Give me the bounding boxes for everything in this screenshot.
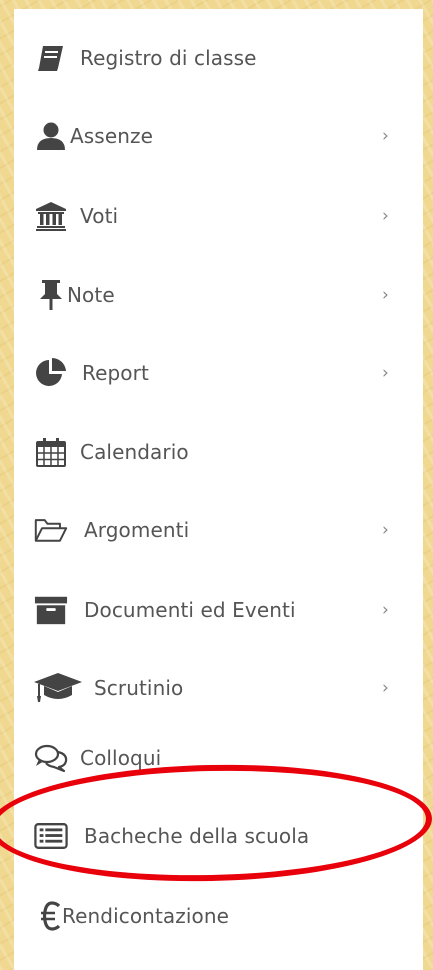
chevron-right-icon: › xyxy=(382,520,389,540)
menu-item-colloqui[interactable]: Colloqui xyxy=(14,728,423,788)
calendar-icon xyxy=(34,435,68,469)
folder-open-icon xyxy=(34,513,68,547)
menu-item-calendario[interactable]: Calendario xyxy=(14,422,423,482)
side-menu: Registro di classe Assenze › Voti › Note… xyxy=(14,9,423,970)
menu-item-registro-di-classe[interactable]: Registro di classe xyxy=(14,28,423,88)
menu-item-label: Assenze xyxy=(70,124,154,148)
menu-item-label: Documenti ed Eventi xyxy=(84,598,296,622)
chevron-right-icon: › xyxy=(382,600,389,620)
menu-item-note[interactable]: Note › xyxy=(14,265,423,325)
menu-item-label: Scrutinio xyxy=(94,676,184,700)
menu-item-label: Voti xyxy=(80,204,119,228)
menu-item-label: Note xyxy=(67,283,115,307)
archive-icon xyxy=(34,593,68,627)
menu-item-argomenti[interactable]: Argomenti › xyxy=(14,500,423,560)
menu-item-label: Calendario xyxy=(80,440,189,464)
chevron-right-icon: › xyxy=(382,363,389,383)
menu-item-label: Bacheche della scuola xyxy=(84,824,310,848)
menu-item-label: Report xyxy=(82,361,149,385)
university-icon xyxy=(34,199,68,233)
menu-item-label: Rendicontazione xyxy=(62,904,230,928)
menu-item-label: Colloqui xyxy=(80,746,162,770)
menu-item-label: Argomenti xyxy=(84,518,190,542)
menu-item-bacheche-della-scuola[interactable]: Bacheche della scuola xyxy=(14,806,423,866)
chevron-right-icon: › xyxy=(382,678,389,698)
list-alt-icon xyxy=(34,819,68,853)
chevron-right-icon: › xyxy=(382,285,389,305)
chevron-right-icon: › xyxy=(382,206,389,226)
chevron-right-icon: › xyxy=(382,126,389,146)
menu-item-label: Registro di classe xyxy=(80,46,257,70)
comments-icon xyxy=(34,741,68,775)
user-icon xyxy=(34,119,68,153)
menu-item-assenze[interactable]: Assenze › xyxy=(14,106,423,166)
pie-chart-icon xyxy=(34,356,68,390)
menu-item-scrutinio[interactable]: Scrutinio › xyxy=(14,658,423,718)
book-icon xyxy=(34,41,68,75)
menu-item-report[interactable]: Report › xyxy=(14,343,423,403)
pushpin-icon xyxy=(34,278,68,312)
menu-item-rendicontazione[interactable]: Rendicontazione xyxy=(14,886,423,946)
menu-item-documenti-ed-eventi[interactable]: Documenti ed Eventi › xyxy=(14,580,423,640)
graduation-cap-icon xyxy=(32,671,84,705)
menu-item-voti[interactable]: Voti › xyxy=(14,186,423,246)
